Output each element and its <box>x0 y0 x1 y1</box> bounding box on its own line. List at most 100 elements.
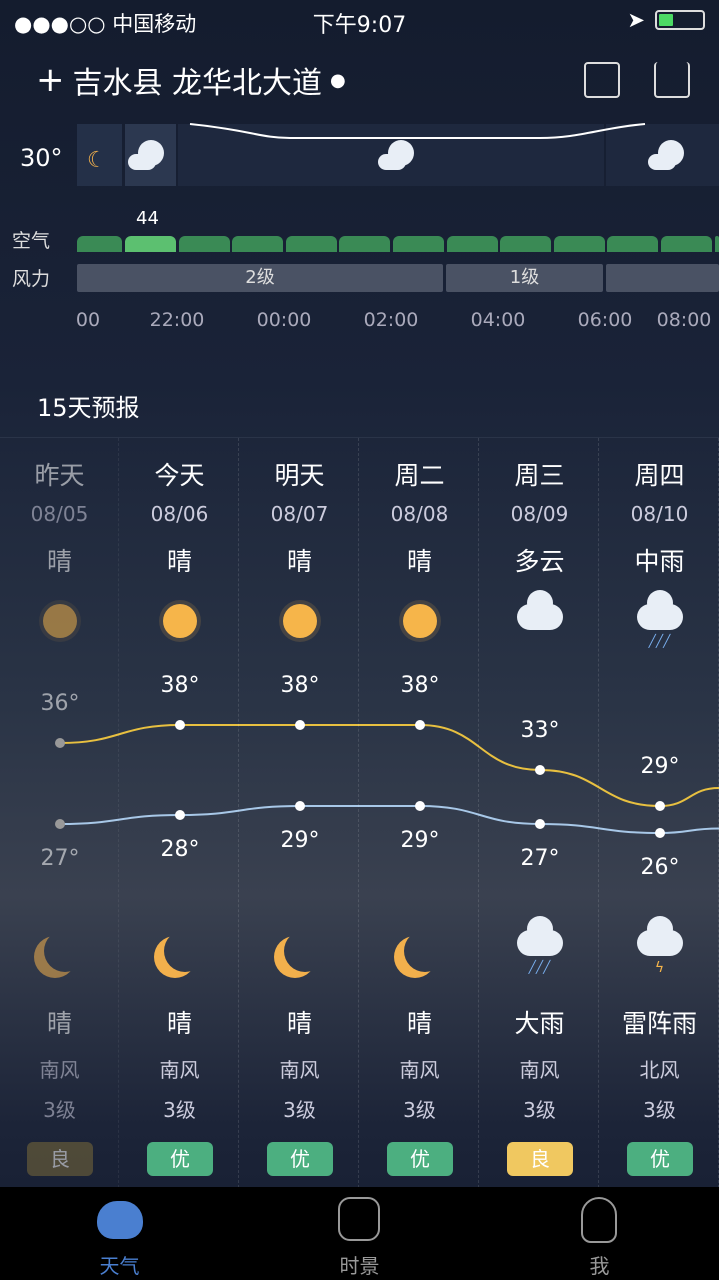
high-temp: 38° <box>400 673 440 698</box>
wind-label: 风力 <box>12 268 51 290</box>
aqi-bar <box>125 236 176 252</box>
cloud-icon <box>128 140 164 170</box>
moon-icon <box>404 930 446 972</box>
aqi-bar <box>714 236 719 252</box>
low-temp: 29° <box>280 828 320 853</box>
daily-forecast[interactable]: 昨天 08/05 晴 36° 27° 晴南风 3级良 今天 08/06 晴 38° 28° 晴南风 3级优… <box>0 437 719 1188</box>
aqi-badge: 优 <box>627 1142 693 1176</box>
aqi-badge: 优 <box>147 1142 213 1176</box>
list-icon[interactable] <box>584 62 620 98</box>
wind-direction: 南风 <box>159 1058 200 1082</box>
wind-level: 3级 <box>403 1098 436 1122</box>
day-date: 08/08 <box>390 502 449 526</box>
rain-icon: ╱╱╱ <box>600 590 719 648</box>
hour-label: 02:00 <box>363 309 419 331</box>
hour-label: 08:00 <box>656 309 712 331</box>
wind-level: 3级 <box>523 1098 556 1122</box>
day-condition: 晴 <box>286 547 312 576</box>
day-column[interactable]: 周三 08/09 多云 33° 27° ╱╱╱ 大雨南风 3级良 <box>480 438 599 1188</box>
location-arrow-icon: ➤ <box>627 8 645 32</box>
moon-icon <box>284 930 326 972</box>
aqi-bar <box>500 236 552 252</box>
day-condition: 晴 <box>46 547 72 576</box>
night-condition: 晴 <box>286 1009 312 1038</box>
day-date: 08/10 <box>630 502 689 526</box>
tab-scenery[interactable]: 时景 <box>240 1187 479 1280</box>
person-icon <box>581 1197 617 1243</box>
low-temp: 27° <box>40 846 80 871</box>
day-name: 周三 <box>514 461 565 490</box>
night-condition: 大雨 <box>514 1009 565 1038</box>
hour-label: 22:00 <box>149 309 205 331</box>
aqi-bar <box>178 236 230 252</box>
hourly-temp-curve <box>189 123 646 139</box>
day-date: 08/06 <box>150 502 209 526</box>
day-date: 08/07 <box>270 502 329 526</box>
sun-icon <box>42 604 77 638</box>
wind-level: 3级 <box>43 1098 76 1122</box>
high-temp: 33° <box>520 718 560 743</box>
aqi-badge: 良 <box>507 1142 573 1176</box>
high-temp: 36° <box>40 691 80 716</box>
night-condition: 晴 <box>46 1009 72 1038</box>
day-column[interactable]: 周四 08/10 中雨 ╱╱╱ 29° 26° ϟ 雷阵雨 北风 3级优 <box>600 438 719 1188</box>
night-condition: 晴 <box>166 1009 192 1038</box>
battery-icon <box>655 10 705 30</box>
wind-direction: 南风 <box>39 1058 80 1082</box>
wind-direction: 南风 <box>519 1058 560 1082</box>
day-date: 08/05 <box>30 502 89 526</box>
day-column[interactable]: 明天 08/07 晴 38° 29° 晴南风 3级优 <box>240 438 359 1188</box>
day-column[interactable]: 今天 08/06 晴 38° 28° 晴南风 3级优 <box>120 438 239 1188</box>
day-name: 周二 <box>394 461 445 490</box>
aqi-badge: 良 <box>27 1142 93 1176</box>
location-name[interactable]: 吉水县 龙华北大道 <box>73 58 323 102</box>
low-temp: 29° <box>400 828 440 853</box>
wind-segment: 2级 <box>77 264 443 292</box>
status-bar: ●●●○○ 中国移动 下午9:07 ➤ <box>0 0 719 40</box>
day-name: 周四 <box>634 461 685 490</box>
aqi-badge: 优 <box>267 1142 333 1176</box>
aqi-bar <box>661 236 712 252</box>
moon-icon <box>164 930 206 972</box>
forecast-title: 15天预报 <box>37 394 140 422</box>
hour-label: 00:00 <box>256 309 312 331</box>
pin-icon: ● <box>330 69 346 91</box>
wind-level: 3级 <box>643 1098 676 1122</box>
image-icon <box>338 1197 380 1241</box>
aqi-bar <box>232 236 284 252</box>
high-temp: 38° <box>160 673 200 698</box>
share-icon[interactable] <box>654 62 690 98</box>
day-column[interactable]: 昨天 08/05 晴 36° 27° 晴南风 3级良 <box>0 438 119 1188</box>
aqi-bar <box>77 236 122 252</box>
add-city-button[interactable]: + <box>36 60 65 100</box>
hour-label: 06:00 <box>577 309 633 331</box>
clock: 下午9:07 <box>312 13 407 38</box>
wind-level: 3级 <box>283 1098 316 1122</box>
day-column[interactable]: 周二 08/08 晴 38° 29° 晴南风 3级优 <box>360 438 479 1188</box>
high-temp: 29° <box>640 754 680 779</box>
wind-level: 3级 <box>163 1098 196 1122</box>
tab-bar: 天气 时景 我 <box>0 1187 719 1280</box>
sun-icon <box>162 604 197 638</box>
low-temp: 27° <box>520 846 560 871</box>
day-condition: 中雨 <box>634 547 685 576</box>
wind-segment: 1级 <box>446 264 603 292</box>
tab-weather[interactable]: 天气 <box>0 1187 239 1280</box>
heavy-rain-icon: ╱╱╱ <box>480 916 599 974</box>
sun-icon <box>282 604 317 638</box>
day-condition: 多云 <box>514 547 565 576</box>
aqi-bar <box>553 236 605 252</box>
cloud-icon <box>97 1201 143 1239</box>
aqi-value: 44 <box>136 208 159 229</box>
aqi-bar <box>285 236 337 252</box>
night-condition: 晴 <box>406 1009 432 1038</box>
aqi-bar <box>339 236 391 252</box>
aqi-bar <box>446 236 498 252</box>
wind-direction: 北风 <box>639 1058 680 1082</box>
day-name: 今天 <box>154 461 205 490</box>
tab-me[interactable]: 我 <box>480 1187 719 1280</box>
hour-label: 00 <box>75 309 101 331</box>
partly-cloudy-icon <box>516 590 563 634</box>
day-date: 08/09 <box>510 502 569 526</box>
aqi-bar <box>393 236 444 252</box>
